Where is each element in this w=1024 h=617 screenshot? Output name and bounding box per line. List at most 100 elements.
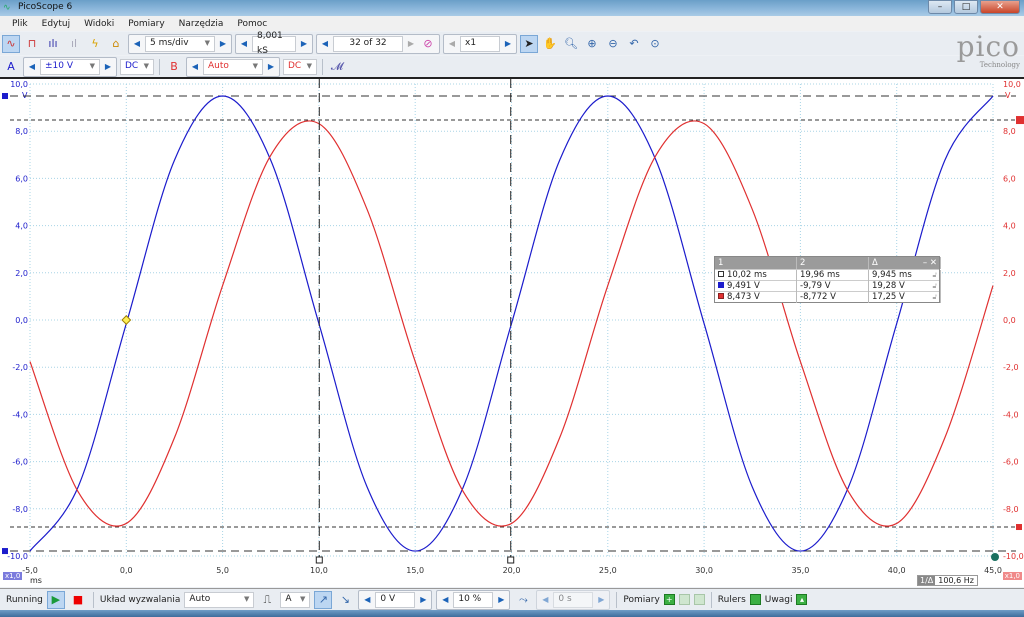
pointer-tool-icon[interactable]: ➤ — [520, 34, 538, 53]
channel-b-range-select[interactable]: Auto ▼ — [203, 58, 263, 75]
zoom-out-icon[interactable]: ⊖ — [604, 35, 622, 53]
channel-toolbar: A ◀ ±10 V ▼ ▶ DC ▼ B ◀ Auto ▼ ▶ DC ▼ 𝓜 — [0, 56, 1024, 77]
left-tick-label: 8,0 — [15, 127, 28, 136]
math-channels-icon[interactable]: 𝓜 — [328, 58, 346, 76]
left-axis-scale[interactable]: x1,0 — [3, 572, 23, 580]
spectrum-mode-icon[interactable]: ılı — [44, 35, 62, 53]
right-axis-scale[interactable]: x1,0 — [1002, 572, 1022, 580]
channel-a-delta-cell: 19,28 V 🔓︎ — [869, 281, 941, 292]
rulers-button[interactable] — [749, 594, 761, 605]
right-tick-label: 0,0 — [1003, 316, 1016, 325]
pretrigger-decrease[interactable]: ◀ — [439, 592, 451, 608]
left-tick-label: 4,0 — [15, 222, 28, 231]
pretrigger-increase[interactable]: ▶ — [495, 592, 507, 608]
advanced-trigger-icon[interactable]: ⎍ — [258, 591, 276, 609]
spectrum-disabled-icon[interactable]: ıl — [65, 35, 83, 53]
cursor-measurement-table[interactable]: 1 2 Δ – ✕ 10,02 ms 19,96 ms 9,945 ms 🔓︎ 9,… — [714, 256, 941, 303]
left-tick-label: 10,0 — [10, 80, 28, 89]
timebase-select[interactable]: 5 ms/div ▼ — [145, 35, 215, 52]
channel-a-range-increase[interactable]: ▶ — [102, 59, 114, 75]
channel-a-coupling-select[interactable]: DC ▼ — [120, 58, 154, 75]
close-icon[interactable]: – ✕ — [923, 257, 937, 269]
channel-b-options[interactable]: B — [165, 58, 183, 76]
time-cursor-handle — [507, 556, 515, 564]
scope-mode-icon[interactable]: ∿ — [2, 34, 20, 53]
delay-decrease[interactable]: ◀ — [539, 592, 551, 608]
edit-measurement-button[interactable] — [678, 594, 690, 605]
lock-icon[interactable]: 🔓︎ — [932, 270, 937, 281]
channel-b-coupling: DC — [288, 61, 302, 71]
right-tick-label: 2,0 — [1003, 269, 1016, 278]
lock-icon[interactable]: 🔓︎ — [932, 281, 937, 292]
channel-b-delta-cell: 17,25 V 🔓︎ — [869, 292, 941, 303]
stop-button[interactable]: ■ — [69, 591, 87, 609]
lock-icon[interactable]: 🔓︎ — [932, 292, 937, 303]
logo-text: pico — [956, 30, 1020, 63]
rising-edge-icon[interactable]: ↗ — [314, 590, 333, 609]
buffer-field[interactable]: 32 of 32 — [333, 35, 403, 52]
add-measurement-button[interactable]: + — [663, 594, 675, 605]
minimize-button[interactable]: – — [928, 0, 952, 14]
buffer-navigator-icon[interactable]: ⊘ — [419, 35, 437, 53]
channel-b-range-decrease[interactable]: ◀ — [189, 59, 201, 75]
post-trigger-delay-icon[interactable]: ⤳ — [514, 591, 532, 609]
x-tick-label: -5,0 — [22, 566, 38, 575]
samples-increase[interactable]: ▶ — [298, 36, 310, 52]
zoom-in-icon[interactable]: ⊕ — [583, 35, 601, 53]
menu-narzedzia[interactable]: Narzędzia — [179, 19, 224, 29]
hand-tool-icon[interactable]: ✋ — [541, 35, 559, 53]
scope-view[interactable]: 10,0 10,0 8,0 8,0 6,0 6,0 4,0 4,0 2,0 2,0 0,0 0,0 -2… — [0, 77, 1024, 587]
menu-edytuj[interactable]: Edytuj — [42, 19, 70, 29]
close-button[interactable]: ✕ — [980, 0, 1020, 14]
menu-bar: Plik Edytuj Widoki Pomiary Narzędzia Pom… — [0, 16, 1024, 31]
pretrigger-field[interactable]: 10 % — [453, 591, 494, 608]
time-delta-cell: 9,945 ms 🔓︎ — [869, 270, 941, 281]
zoom-field[interactable]: x1 — [460, 35, 500, 52]
trigger-mode-select[interactable]: Auto ▼ — [184, 591, 255, 608]
delay-field[interactable]: 0 s — [553, 591, 594, 608]
zoom-area-icon[interactable]: 🔍︎ — [562, 35, 580, 53]
menu-pomoc[interactable]: Pomoc — [237, 19, 267, 29]
trigger-source-select[interactable]: A ▼ — [280, 591, 311, 608]
channel-b-coupling-select[interactable]: DC ▼ — [283, 58, 317, 75]
samples-decrease[interactable]: ◀ — [238, 36, 250, 52]
channel-a-range-decrease[interactable]: ◀ — [26, 59, 38, 75]
threshold-field[interactable]: 0 V — [375, 591, 416, 608]
zoom-decrease[interactable]: ◀ — [446, 36, 458, 52]
channel-a-range-select[interactable]: ±10 V ▼ — [40, 58, 100, 75]
menu-pomiary[interactable]: Pomiary — [128, 19, 164, 29]
timebase-increase[interactable]: ▶ — [217, 36, 229, 52]
cursor-table-header: 1 2 Δ – ✕ — [715, 257, 941, 269]
separator — [616, 591, 618, 608]
samples-field[interactable]: 8,001 kS — [252, 31, 296, 56]
title-bar: ∿ PicoScope 6 – □ ✕ — [0, 0, 1024, 16]
falling-edge-icon[interactable]: ↘ — [336, 591, 354, 609]
zoom-increase[interactable]: ▶ — [502, 36, 514, 52]
buffer-next[interactable]: ▶ — [405, 36, 417, 52]
notes-button[interactable]: ▴ — [796, 594, 808, 605]
scope-plot[interactable]: 10,0 10,08,0 8,06,0 6,04,0 4,02,0 2,00,0 0,0-2… — [0, 79, 1024, 589]
start-button[interactable]: ▶ — [46, 590, 65, 609]
channel-a-options[interactable]: A — [2, 58, 20, 76]
timebase-decrease[interactable]: ◀ — [131, 36, 143, 52]
right-unit: V — [1005, 91, 1011, 100]
buffer-prev[interactable]: ◀ — [319, 36, 331, 52]
delay-increase[interactable]: ▶ — [595, 592, 607, 608]
channel-b-range: Auto — [208, 61, 229, 71]
value: 17,25 V — [872, 292, 905, 302]
maximize-button[interactable]: □ — [954, 0, 978, 14]
zoom-overview-icon[interactable]: ⊙ — [646, 35, 664, 53]
threshold-decrease[interactable]: ◀ — [361, 592, 373, 608]
chevron-down-icon: ▼ — [243, 595, 250, 603]
time-cursor-handle — [315, 556, 323, 564]
menu-widoki[interactable]: Widoki — [84, 19, 114, 29]
undo-zoom-icon[interactable]: ↶ — [625, 35, 643, 53]
home-icon[interactable]: ⌂ — [107, 35, 125, 53]
persistence-mode-icon[interactable]: ⊓ — [23, 35, 41, 53]
menu-plik[interactable]: Plik — [12, 19, 28, 29]
threshold-increase[interactable]: ▶ — [417, 592, 429, 608]
status-toolbar: Running ▶ ■ Układ wyzwalania Auto ▼ ⎍ A ▼ … — [0, 588, 1024, 610]
delete-measurement-button[interactable] — [693, 594, 705, 605]
auto-setup-icon[interactable]: ϟ — [86, 35, 104, 53]
channel-b-range-increase[interactable]: ▶ — [265, 59, 277, 75]
